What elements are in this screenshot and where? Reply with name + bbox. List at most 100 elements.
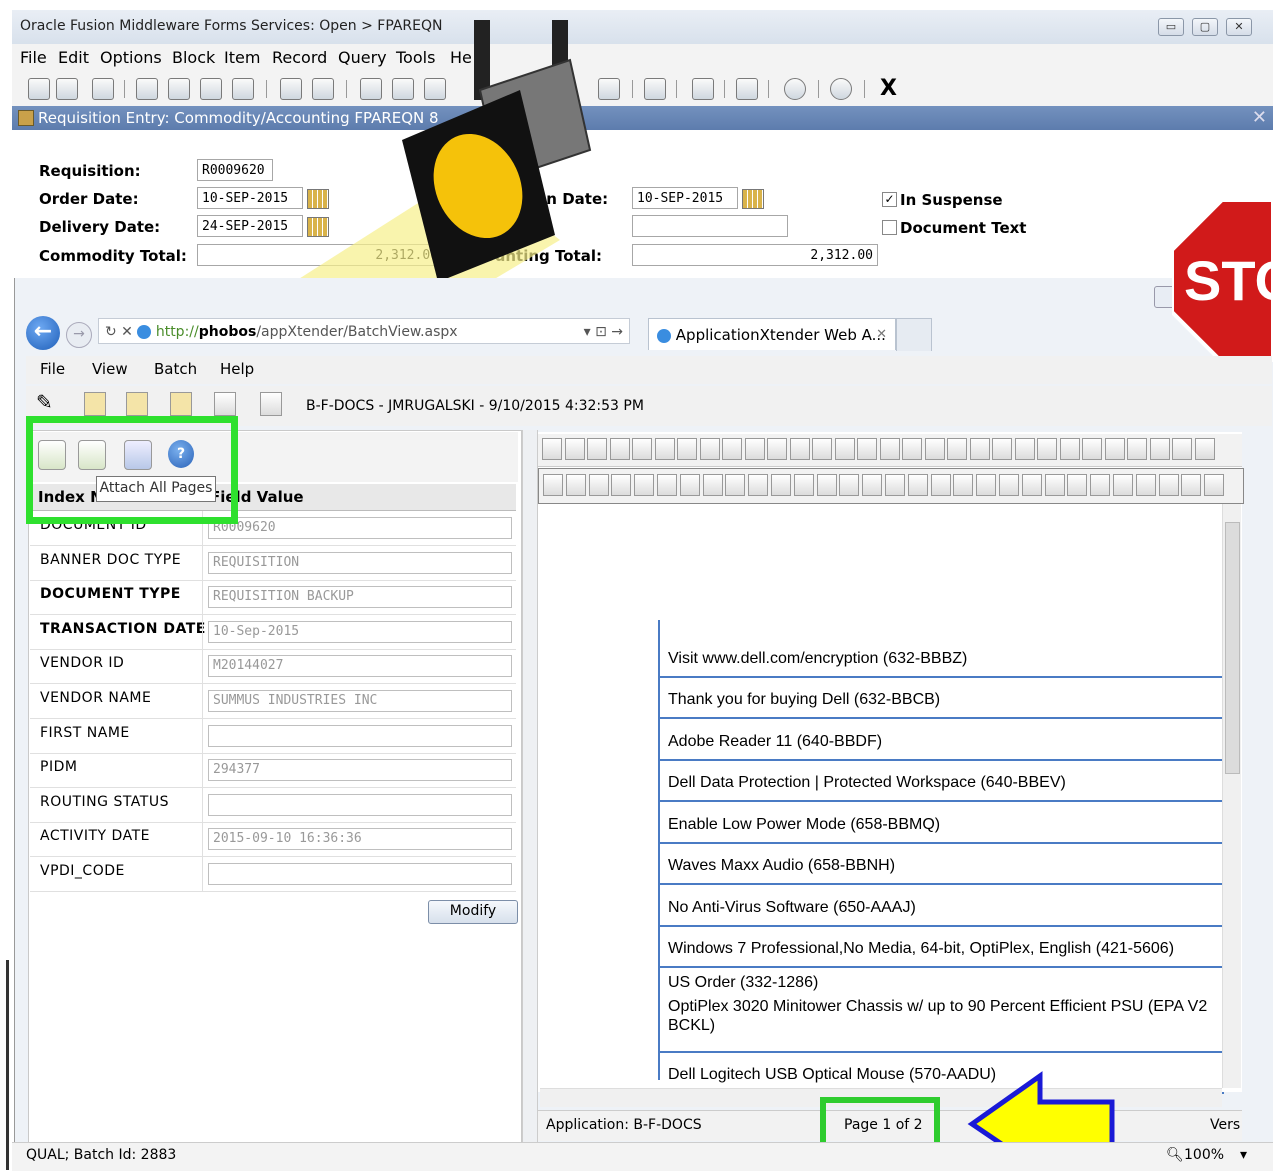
annotation-tool-icon[interactable] — [1113, 474, 1133, 496]
annotation-tool-icon[interactable] — [839, 474, 860, 496]
back-button[interactable]: ← — [26, 316, 60, 350]
annotation-tool-icon[interactable] — [999, 474, 1019, 496]
vertical-scrollbar[interactable] — [1222, 504, 1241, 1088]
viewer-tool-icon[interactable] — [1172, 438, 1192, 460]
annotation-tool-icon[interactable] — [679, 474, 700, 496]
compat-icon[interactable]: ▾ ⊡ → — [584, 319, 623, 345]
folder-icon[interactable] — [84, 392, 106, 416]
tab-close-icon[interactable]: ✕ — [876, 319, 887, 351]
annotation-tool-icon[interactable] — [543, 474, 563, 496]
modify-button[interactable]: Modify — [428, 900, 518, 924]
viewer-tool-icon[interactable] — [834, 438, 855, 460]
viewer-tool-icon[interactable] — [857, 438, 877, 460]
viewer-tool-icon[interactable] — [767, 438, 787, 460]
viewer-tool-icon[interactable] — [564, 438, 585, 460]
new-tab-button[interactable] — [896, 318, 932, 351]
field-value-input[interactable]: 10-Sep-2015 — [208, 620, 512, 643]
annotation-tool-icon[interactable] — [611, 474, 632, 496]
field-value-input[interactable]: REQUISITION BACKUP — [208, 586, 512, 609]
field-value-input[interactable]: 294377 — [208, 759, 512, 782]
viewer-tool-icon[interactable] — [1014, 438, 1035, 460]
annotation-tool-icon[interactable] — [565, 474, 586, 496]
copy-icon[interactable] — [126, 392, 148, 416]
field-value-input[interactable] — [208, 724, 512, 747]
annotation-tool-icon[interactable] — [953, 474, 974, 496]
viewer-tool-icon[interactable] — [812, 438, 832, 460]
annotation-tool-icon[interactable] — [1181, 474, 1202, 496]
field-value-input[interactable] — [208, 863, 512, 885]
viewer-tool-icon[interactable] — [744, 438, 765, 460]
viewer-tool-icon[interactable] — [677, 438, 697, 460]
field-value-input[interactable] — [208, 793, 512, 816]
viewer-tool-icon[interactable] — [924, 438, 945, 460]
viewer-tool-icon[interactable] — [587, 438, 607, 460]
viewer-tool-icon[interactable] — [1059, 438, 1080, 460]
field-value-input[interactable]: M20144027 — [208, 655, 512, 678]
paste-icon[interactable] — [170, 392, 192, 416]
zoom-level[interactable]: 100% — [1184, 1147, 1224, 1163]
annotation-tool-icon[interactable] — [930, 474, 951, 496]
annotation-tool-icon[interactable] — [771, 474, 791, 496]
browser-tab[interactable]: ApplicationXtender Web A... ✕ — [648, 318, 896, 350]
viewer-tool-icon[interactable] — [1104, 438, 1125, 460]
annotation-tool-icon[interactable] — [1135, 474, 1156, 496]
scroll-thumb[interactable] — [1225, 522, 1240, 774]
ie-icon — [657, 328, 671, 343]
document-page: Visit www.dell.com/encryption (632-BBBZ)… — [658, 620, 1224, 1094]
annotation-tool-icon[interactable] — [702, 474, 723, 496]
viewer-tool-icon[interactable] — [1082, 438, 1102, 460]
batch-icon[interactable] — [214, 392, 236, 416]
annotation-tool-icon[interactable] — [1044, 474, 1065, 496]
zoom-icon[interactable]: 🔍︎ — [1166, 1147, 1184, 1163]
annotation-tool-icon[interactable] — [1158, 474, 1179, 496]
zoom-dropdown-icon[interactable]: ▾ — [1240, 1147, 1247, 1163]
annotation-tool-icon[interactable] — [1021, 474, 1042, 496]
ax-menu-view[interactable]: View — [92, 360, 128, 378]
viewer-tool-icon[interactable] — [902, 438, 922, 460]
annotation-tool-icon[interactable] — [725, 474, 746, 496]
annotation-tool-icon[interactable] — [907, 474, 928, 496]
row-separator — [202, 545, 203, 580]
annotation-tool-icon[interactable] — [657, 474, 677, 496]
annotation-tool-icon[interactable] — [816, 474, 837, 496]
ax-menu-batch[interactable]: Batch — [154, 360, 197, 378]
annotation-tool-icon[interactable] — [1204, 474, 1225, 496]
annotation-tool-icon[interactable] — [588, 474, 609, 496]
ax-menu-help[interactable]: Help — [220, 360, 254, 378]
forward-button[interactable]: → — [66, 322, 92, 348]
viewer-tool-icon[interactable] — [1127, 438, 1147, 460]
viewer-tool-icon[interactable] — [969, 438, 990, 460]
refresh-icon[interactable]: ↻ ✕ — [105, 324, 137, 340]
annotation-tool-icon[interactable] — [793, 474, 814, 496]
viewer-tool-icon[interactable] — [1037, 438, 1057, 460]
panel-splitter[interactable] — [522, 430, 538, 1142]
viewer-tool-icon[interactable] — [609, 438, 630, 460]
ax-menu-file[interactable]: File — [40, 360, 65, 378]
viewer-tool-icon[interactable] — [699, 438, 720, 460]
viewer-tool-icon[interactable] — [789, 438, 810, 460]
batch-id-status: QUAL; Batch Id: 2883 — [26, 1147, 177, 1163]
viewer-tool-icon[interactable] — [722, 438, 742, 460]
pencil-icon[interactable]: ✎ — [36, 390, 53, 414]
viewer-tool-icon[interactable] — [879, 438, 900, 460]
field-value-input[interactable]: REQUISITION — [208, 551, 512, 574]
viewer-tool-icon[interactable] — [1194, 438, 1215, 460]
field-value-input[interactable]: 2015-09-10 16:36:36 — [208, 828, 512, 851]
viewer-tool-icon[interactable] — [654, 438, 675, 460]
viewer-tool-icon[interactable] — [1149, 438, 1170, 460]
viewer-tool-icon[interactable] — [632, 438, 652, 460]
annotation-tool-icon[interactable] — [634, 474, 655, 496]
field-value-input[interactable]: R0009620 — [208, 517, 512, 539]
viewer-tool-icon[interactable] — [947, 438, 967, 460]
annotation-tool-icon[interactable] — [1090, 474, 1111, 496]
document-icon[interactable] — [260, 392, 282, 416]
url-input[interactable]: ↻ ✕ http://phobos/appXtender/BatchView.a… — [98, 318, 630, 344]
annotation-tool-icon[interactable] — [1067, 474, 1088, 496]
viewer-tool-icon[interactable] — [992, 438, 1012, 460]
field-value-input[interactable]: SUMMUS INDUSTRIES INC — [208, 690, 512, 712]
viewer-tool-icon[interactable] — [542, 438, 562, 460]
annotation-tool-icon[interactable] — [885, 474, 905, 496]
annotation-tool-icon[interactable] — [862, 474, 883, 496]
annotation-tool-icon[interactable] — [748, 474, 769, 496]
annotation-tool-icon[interactable] — [976, 474, 997, 496]
